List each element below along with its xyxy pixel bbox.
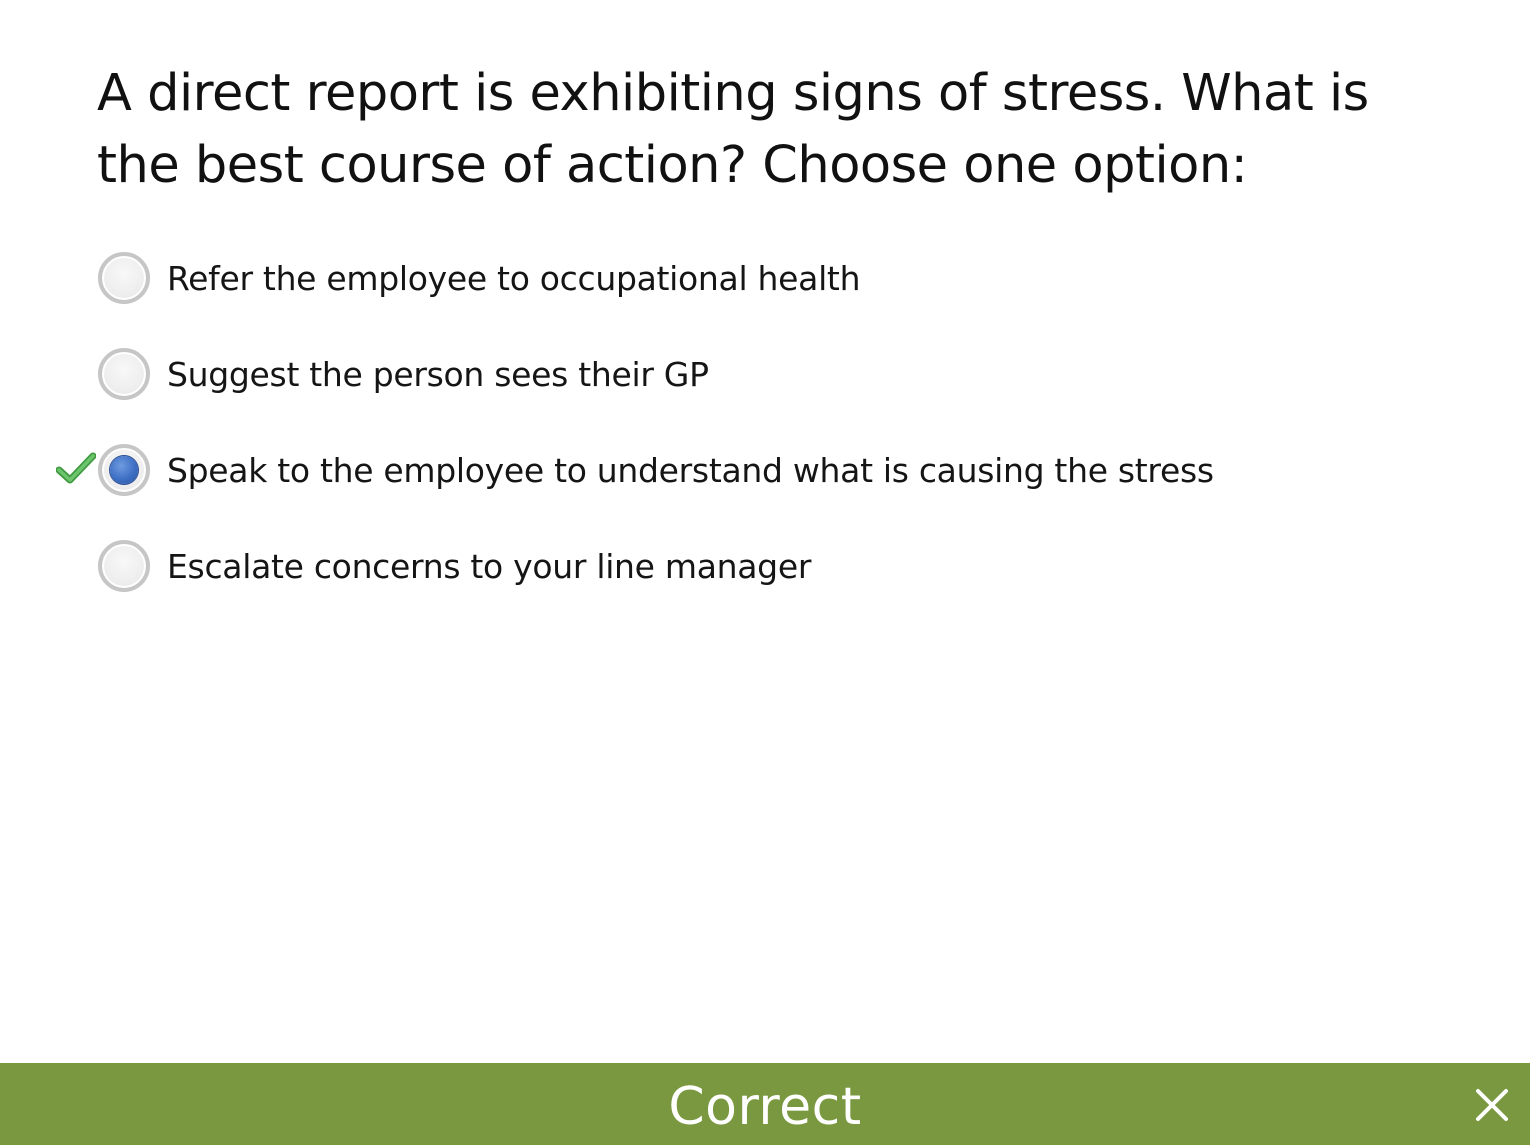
close-icon[interactable] xyxy=(1470,1083,1514,1127)
question-text: A direct report is exhibiting signs of s… xyxy=(97,64,1369,195)
option-label: Refer the employee to occupational healt… xyxy=(167,258,861,298)
option-label: Escalate concerns to your line manager xyxy=(167,546,812,586)
radio-selected-dot xyxy=(110,456,138,484)
option-speak-to-employee[interactable]: Speak to the employee to understand what… xyxy=(98,440,1214,500)
option-label: Speak to the employee to understand what… xyxy=(167,450,1214,490)
radio-button-selected[interactable] xyxy=(98,444,150,496)
radio-button[interactable] xyxy=(98,540,150,592)
option-suggest-gp[interactable]: Suggest the person sees their GP xyxy=(98,344,709,404)
radio-button[interactable] xyxy=(98,348,150,400)
feedback-text: Correct xyxy=(668,1077,862,1137)
option-refer-occupational-health[interactable]: Refer the employee to occupational healt… xyxy=(98,248,861,308)
checkmark-icon xyxy=(56,452,96,484)
option-escalate-line-manager[interactable]: Escalate concerns to your line manager xyxy=(98,536,811,596)
radio-button[interactable] xyxy=(98,252,150,304)
quiz-page: A direct report is exhibiting signs of s… xyxy=(0,0,1530,1145)
feedback-bar: Correct xyxy=(0,1063,1530,1145)
option-label: Suggest the person sees their GP xyxy=(167,354,709,394)
